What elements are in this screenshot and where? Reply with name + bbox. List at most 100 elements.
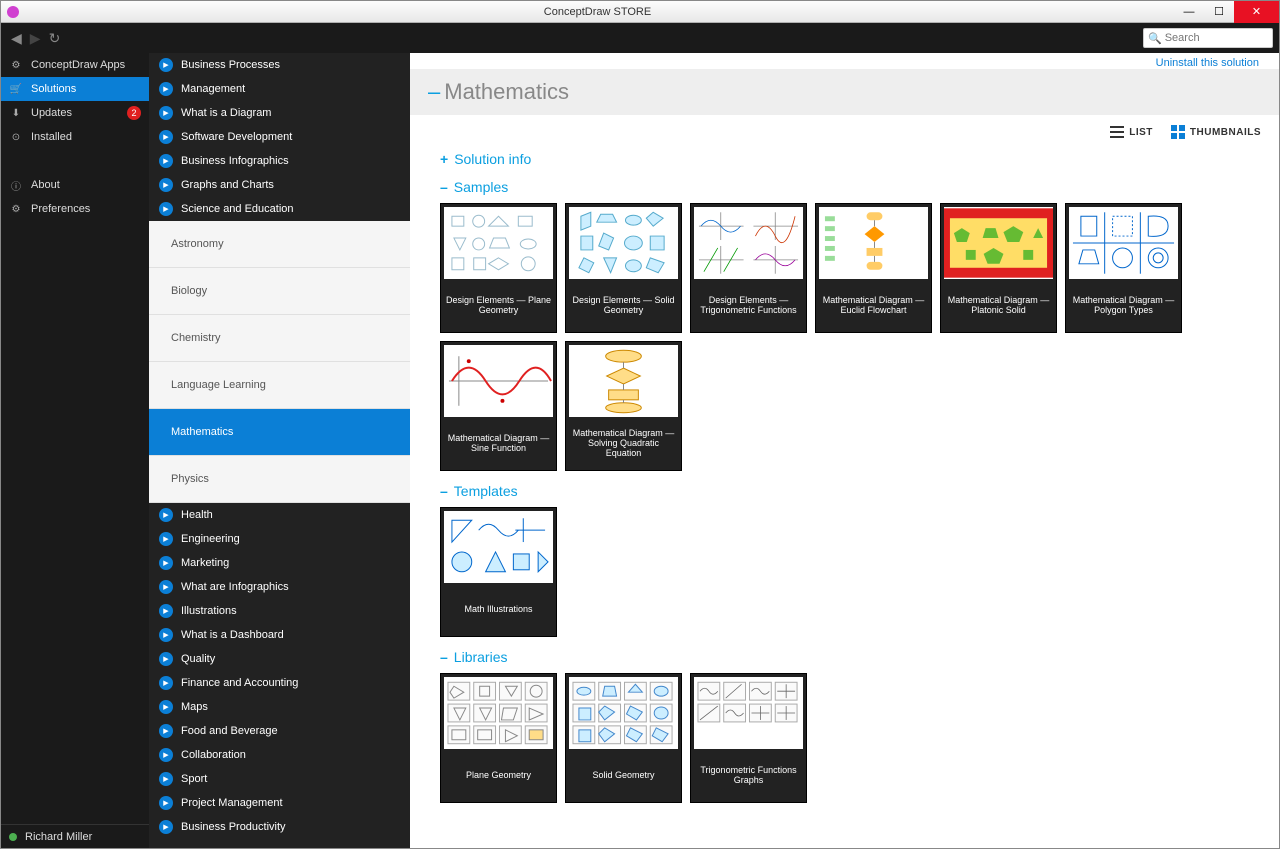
- minimize-button[interactable]: —: [1174, 1, 1204, 23]
- section-samples[interactable]: –Samples: [440, 179, 1261, 195]
- section-templates[interactable]: –Templates: [440, 483, 1261, 499]
- tree-project-management[interactable]: ▶ Project Management: [149, 791, 410, 815]
- section-solution-info[interactable]: +Solution info: [440, 151, 1261, 167]
- tree-finance-and-accounting[interactable]: ▶Finance and Accounting: [149, 671, 410, 695]
- tree-language-learning[interactable]: Language Learning: [149, 362, 410, 409]
- card-trigonometric-functions-graphs[interactable]: Trigonometric Functions Graphs: [690, 673, 807, 803]
- titlebar: ConceptDraw STORE — ☐ ✕: [1, 1, 1279, 23]
- tree-biology[interactable]: Biology: [149, 268, 410, 315]
- card-design-elements-trigonometric-functions[interactable]: Design Elements — Trigonometric Function…: [690, 203, 807, 333]
- tree-graphs-and-charts[interactable]: ▶Graphs and Charts: [149, 173, 410, 197]
- tree-label: Marketing: [181, 557, 229, 569]
- card-mathematical-diagram-euclid-flowchart[interactable]: Mathematical Diagram — Euclid Flowchart: [815, 203, 932, 333]
- card-label: Design Elements — Trigonometric Function…: [691, 282, 806, 332]
- tree-business-productivity[interactable]: ▶Business Productivity: [149, 815, 410, 839]
- back-button[interactable]: ◀: [11, 30, 22, 47]
- expand-icon: ▶: [159, 154, 173, 168]
- card-mathematical-diagram-polygon-types[interactable]: Mathematical Diagram — Polygon Types: [1065, 203, 1182, 333]
- tree-what-are-infographics[interactable]: ▶What are Infographics: [149, 575, 410, 599]
- card-plane-geometry[interactable]: Plane Geometry: [440, 673, 557, 803]
- card-label: Solid Geometry: [566, 752, 681, 802]
- tree-business-infographics[interactable]: ▶ Business Infographics: [149, 149, 410, 173]
- expand-icon: ▶: [159, 580, 173, 594]
- expand-icon: ▶: [159, 556, 173, 570]
- nav-label: About: [31, 179, 60, 191]
- tree-quality[interactable]: ▶Quality: [149, 647, 410, 671]
- tree-label: What is a Diagram: [181, 107, 271, 119]
- tree-physics[interactable]: Physics: [149, 456, 410, 503]
- search-box[interactable]: 🔍: [1143, 28, 1273, 48]
- tree-label: Graphs and Charts: [181, 179, 274, 191]
- tree-label: Maps: [181, 701, 208, 713]
- tree-what-is-a-diagram[interactable]: ▶What is a Diagram: [149, 101, 410, 125]
- card-mathematical-diagram-sine-function[interactable]: Mathematical Diagram — Sine Function: [440, 341, 557, 471]
- nav-conceptdraw-apps[interactable]: ⚙ConceptDraw Apps: [1, 53, 149, 77]
- view-list-button[interactable]: LIST: [1110, 125, 1153, 139]
- user-footer[interactable]: Richard Miller: [1, 824, 149, 848]
- maximize-button[interactable]: ☐: [1204, 1, 1234, 23]
- tree-label: Business Infographics: [181, 155, 289, 167]
- nav-solutions[interactable]: 🛒Solutions: [1, 77, 149, 101]
- card-math-illustrations[interactable]: Math Illustrations: [440, 507, 557, 637]
- expand-icon: ▶: [159, 796, 173, 810]
- uninstall-link[interactable]: Uninstall this solution: [1156, 57, 1259, 69]
- card-mathematical-diagram-platonic-solid[interactable]: Mathematical Diagram — Platonic Solid: [940, 203, 1057, 333]
- forward-button[interactable]: ▶: [30, 30, 41, 47]
- tree-label: Engineering: [181, 533, 240, 545]
- nav-updates[interactable]: ⬇Updates2: [1, 101, 149, 125]
- tree-what-is-a-dashboard[interactable]: ▶ What is a Dashboard: [149, 623, 410, 647]
- tree-marketing[interactable]: ▶ Marketing: [149, 551, 410, 575]
- tree-label: Business Processes: [181, 59, 280, 71]
- tree-label: Finance and Accounting: [181, 677, 298, 689]
- tree-maps[interactable]: ▶Maps: [149, 695, 410, 719]
- tree-label: Project Management: [181, 797, 283, 809]
- expand-icon: ▶: [159, 724, 173, 738]
- tree-label: Food and Beverage: [181, 725, 278, 737]
- nav-about[interactable]: ⓘAbout: [1, 173, 149, 197]
- app-icon: [5, 4, 21, 20]
- expand-icon: ▶: [159, 628, 173, 642]
- card-mathematical-diagram-solving-quadratic-equation[interactable]: Mathematical Diagram — Solving Quadratic…: [565, 341, 682, 471]
- section-libraries[interactable]: –Libraries: [440, 649, 1261, 665]
- tree-health[interactable]: ▶Health: [149, 503, 410, 527]
- status-dot-icon: [9, 833, 17, 841]
- tree-science-and-education[interactable]: ▶Science and Education: [149, 197, 410, 221]
- card-design-elements-plane-geometry[interactable]: Design Elements — Plane Geometry: [440, 203, 557, 333]
- search-input[interactable]: [1165, 32, 1265, 44]
- tree-sport[interactable]: ▶Sport: [149, 767, 410, 791]
- card-label: Math Illustrations: [441, 586, 556, 636]
- list-icon: [1110, 125, 1124, 139]
- tree-label: Astronomy: [171, 238, 224, 250]
- view-thumbnails-button[interactable]: THUMBNAILS: [1171, 125, 1261, 139]
- nav-preferences[interactable]: ⚙Preferences: [1, 197, 149, 221]
- gear-icon: ⚙: [9, 202, 23, 216]
- tree-illustrations[interactable]: ▶Illustrations: [149, 599, 410, 623]
- card-label: Trigonometric Functions Graphs: [691, 752, 806, 802]
- tree-chemistry[interactable]: Chemistry: [149, 315, 410, 362]
- sidebar-tree: ▶Business Processes▶Management▶What is a…: [149, 53, 410, 848]
- nav-installed[interactable]: ⊙Installed: [1, 125, 149, 149]
- tree-management[interactable]: ▶Management: [149, 77, 410, 101]
- thumbnail: [944, 207, 1053, 279]
- tree-engineering[interactable]: ▶Engineering: [149, 527, 410, 551]
- tree-mathematics[interactable]: Mathematics: [149, 409, 410, 456]
- close-button[interactable]: ✕: [1234, 1, 1279, 23]
- tree-astronomy[interactable]: Astronomy: [149, 221, 410, 268]
- thumbnail: [444, 207, 553, 279]
- nav-label: ConceptDraw Apps: [31, 59, 125, 71]
- tree-label: Software Development: [181, 131, 292, 143]
- tree-software-development[interactable]: ▶Software Development: [149, 125, 410, 149]
- expand-icon: ▶: [159, 652, 173, 666]
- expand-icon: ▶: [159, 604, 173, 618]
- expand-icon: ▶: [159, 508, 173, 522]
- tree-label: What is a Dashboard: [181, 629, 284, 641]
- page-title: Mathematics: [444, 79, 569, 104]
- expand-icon: ▶: [159, 82, 173, 96]
- tree-food-and-beverage[interactable]: ▶ Food and Beverage: [149, 719, 410, 743]
- card-label: Design Elements — Plane Geometry: [441, 282, 556, 332]
- tree-collaboration[interactable]: ▶Collaboration: [149, 743, 410, 767]
- card-solid-geometry[interactable]: Solid Geometry: [565, 673, 682, 803]
- tree-business-processes[interactable]: ▶Business Processes: [149, 53, 410, 77]
- reload-button[interactable]: ↻: [49, 30, 61, 47]
- card-design-elements-solid-geometry[interactable]: Design Elements — Solid Geometry: [565, 203, 682, 333]
